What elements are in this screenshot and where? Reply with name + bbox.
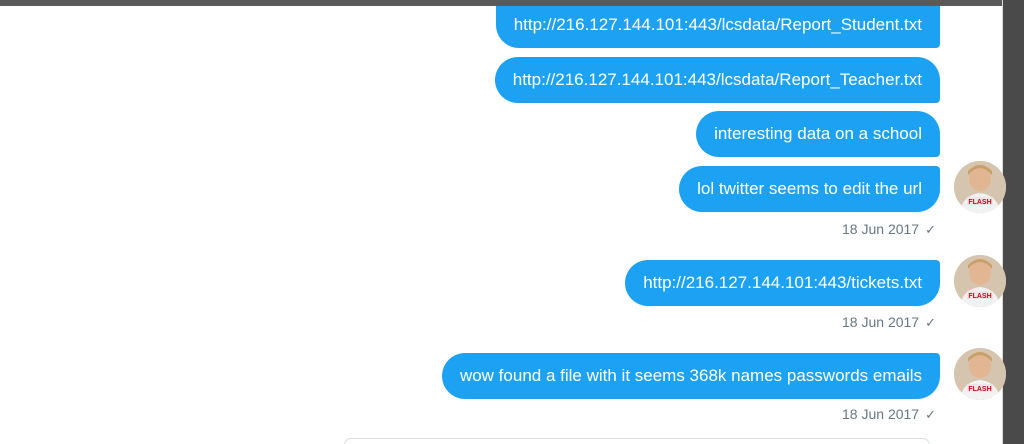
avatar-shirt-text: FLASH: [968, 386, 991, 393]
avatar[interactable]: FLASH: [954, 255, 1006, 307]
message-timestamp: 18 Jun 2017 ✓: [842, 314, 936, 331]
read-check-icon: ✓: [925, 315, 936, 330]
message-bubble[interactable]: lol twitter seems to edit the url: [679, 166, 940, 212]
read-check-icon: ✓: [925, 222, 936, 237]
window-right-border: [1003, 0, 1024, 444]
message-timestamp: 18 Jun 2017 ✓: [842, 221, 936, 238]
message-bubble[interactable]: wow found a file with it seems 368k name…: [441, 353, 940, 399]
message-bubble[interactable]: http://216.127.144.101:443/tickets.txt: [625, 260, 940, 306]
avatar[interactable]: FLASH: [954, 348, 1006, 400]
message-bubble[interactable]: http://216.127.144.101:443/lcsdata/Repor…: [494, 57, 940, 103]
avatar-shirt-text: FLASH: [968, 199, 991, 206]
dm-conversation-window: http://216.127.144.101:443/lcsdata/Repor…: [0, 0, 1024, 444]
avatar-shirt-text: FLASH: [968, 293, 991, 300]
avatar[interactable]: FLASH: [954, 161, 1006, 213]
avatar-image: FLASH: [954, 255, 1006, 307]
avatar-image: FLASH: [954, 161, 1006, 213]
message-bubble[interactable]: interesting data on a school: [696, 111, 940, 157]
timestamp-text: 18 Jun 2017: [842, 406, 920, 422]
message-timestamp: 18 Jun 2017 ✓: [842, 406, 936, 423]
read-check-icon: ✓: [925, 407, 936, 422]
timestamp-text: 18 Jun 2017: [842, 221, 920, 237]
message-bubble[interactable]: http://216.127.144.101:443/lcsdata/Repor…: [495, 6, 940, 48]
message-composer[interactable]: [344, 438, 930, 444]
timestamp-text: 18 Jun 2017: [842, 314, 920, 330]
avatar-image: FLASH: [954, 348, 1006, 400]
